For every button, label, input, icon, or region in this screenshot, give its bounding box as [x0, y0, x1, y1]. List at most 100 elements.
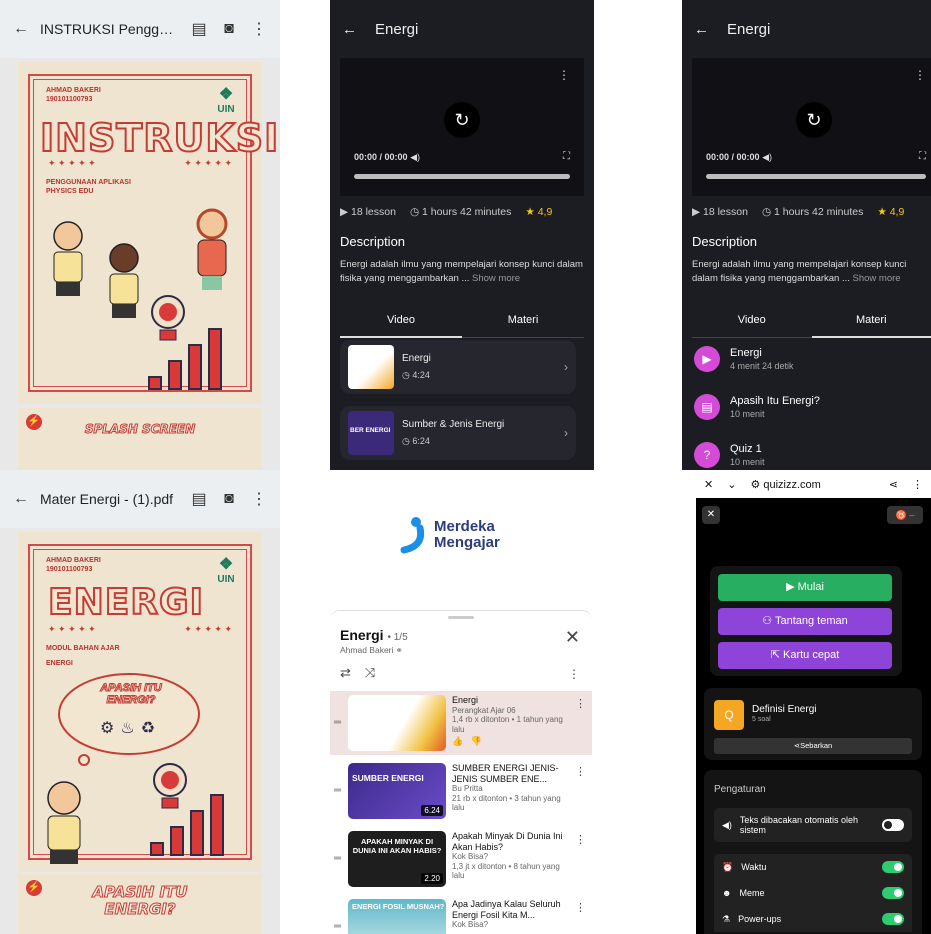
chevron-down-icon[interactable]: ⌄ — [727, 478, 736, 491]
meme-toggle[interactable] — [882, 887, 904, 899]
video-info: SUMBER ENERGI JENIS-JENIS SUMBER ENE... … — [450, 763, 571, 823]
close-icon[interactable]: ✕ — [704, 478, 713, 491]
course-rating: ★ 4,9 — [525, 206, 553, 218]
drag-icon[interactable]: ═ — [334, 899, 344, 934]
more-vert-icon[interactable]: ⋮ — [914, 68, 926, 82]
dislike-icon[interactable]: 👎 — [471, 736, 482, 746]
more-vert-icon[interactable]: ⋮ — [575, 695, 586, 755]
loop-icon[interactable]: ⇄ — [340, 665, 351, 681]
drag-icon[interactable]: ═ — [334, 831, 344, 891]
kid-body-2 — [109, 273, 139, 305]
setting-row-tts[interactable]: ◀) Teks dibacakan otomatis oleh sistem — [714, 808, 912, 842]
video-progress[interactable] — [706, 174, 926, 179]
more-vert-icon[interactable]: ⋮ — [912, 478, 923, 491]
shuffle-icon[interactable]: ⤨ — [365, 665, 375, 681]
back-arrow-icon[interactable]: ← — [694, 21, 709, 38]
lesson-count: ▶ 18 lesson — [692, 206, 748, 218]
time-toggle[interactable] — [882, 861, 904, 873]
volume-icon[interactable]: ◀) — [410, 152, 420, 162]
tab-video[interactable]: Video — [340, 306, 462, 338]
close-icon: ✕ — [706, 509, 716, 520]
materi-item[interactable]: ? Quiz 1 10 menit — [694, 442, 765, 468]
site-settings-icon: ⚙ — [750, 478, 761, 491]
playlist-sheet: Energi • 1/5 Ahmad Bakeri ⚭ ✕ ⇄ ⤨ ⋮ ═ En… — [330, 610, 592, 934]
pdf-next-page: ⚡ SPLASH SCREEN — [18, 408, 262, 470]
back-arrow-icon[interactable]: ← — [10, 488, 32, 510]
video-duration: ◷ 4:24 — [402, 370, 430, 380]
course-tabs: Video Materi — [692, 306, 931, 338]
challenge-friends-button[interactable]: ⚇ Tantang teman — [718, 608, 892, 635]
profile-badge[interactable]: ♉ – — [887, 506, 923, 524]
like-icon[interactable]: 👍 — [452, 736, 463, 746]
drag-icon[interactable]: ═ — [334, 695, 344, 755]
drag-icon[interactable]: ═ — [334, 763, 344, 823]
more-vert-icon[interactable]: ⋮ — [575, 899, 586, 934]
quiz-count: 5 soal — [752, 716, 771, 723]
materi-item[interactable]: ▶ Energi 4 menit 24 detik — [694, 346, 794, 372]
more-vert-icon[interactable]: ⋮ — [575, 831, 586, 891]
materi-item[interactable]: ▤ Apasih Itu Energi? 10 menit — [694, 394, 820, 420]
comment-icon[interactable]: ▤ — [188, 488, 210, 510]
replay-icon[interactable]: ↻ — [444, 102, 480, 138]
bar-1 — [150, 842, 164, 856]
back-arrow-icon[interactable]: ← — [10, 18, 32, 40]
comment-icon[interactable]: ▤ — [188, 18, 210, 40]
video-info: Sumber & Jenis Energi ◷ 6:24 — [402, 419, 556, 447]
fullscreen-icon[interactable]: ⛶ — [919, 151, 926, 162]
powerups-toggle[interactable] — [882, 913, 904, 925]
star-icon: ★ — [525, 206, 535, 218]
share-button[interactable]: ⋖Sebarkan — [714, 738, 912, 754]
poster-title: INSTRUKSI — [39, 115, 280, 161]
back-arrow-icon[interactable]: ← — [342, 21, 357, 38]
browser-toolbar: ✕ ⌄ ⚙ quizizz.com ⋖ ⋮ — [696, 470, 931, 498]
video-player[interactable]: ⋮ ↻ 00:00 / 00:00 ◀) ⛶ — [340, 58, 584, 196]
materi-info: Apasih Itu Energi? 10 menit — [730, 395, 820, 419]
close-icon[interactable]: ✕ — [565, 627, 580, 648]
video-duration: 2.20 — [421, 873, 443, 884]
course-screen-video: ← Energi ⋮ ↻ 00:00 / 00:00 ◀) ⛶ ▶ 18 les… — [330, 0, 594, 470]
show-more-link[interactable]: Show more — [472, 273, 520, 284]
playlist-item[interactable]: ═ SUMBER ENERGI 6.24 SUMBER ENERGI JENIS… — [330, 759, 592, 823]
search-doc-icon[interactable]: ◙ — [218, 18, 240, 40]
tab-materi[interactable]: Materi — [811, 306, 931, 338]
drag-handle[interactable] — [448, 616, 474, 619]
playlist-controls: ⇄ ⤨ — [340, 665, 375, 681]
video-player[interactable]: ⋮ ↻ 00:00 / 00:00 ◀) ⛶ — [692, 58, 931, 196]
show-more-link[interactable]: Show more — [853, 273, 901, 284]
playlist-item[interactable]: ═ APAKAH MINYAK DI DUNIA INI AKAN HABIS?… — [330, 827, 592, 891]
playlist-item[interactable]: ═ Energi Perangkat Ajar 06 1,4 rb x dito… — [330, 691, 592, 755]
tab-video[interactable]: Video — [692, 306, 812, 338]
uin-logo-text: UIN — [217, 574, 235, 585]
quiz-info-card: Q Definisi Energi 5 soal ⋖Sebarkan — [704, 688, 922, 760]
more-vert-icon[interactable]: ⋮ — [575, 763, 586, 823]
url-bar[interactable]: ⚙ quizizz.com — [750, 478, 874, 491]
video-progress[interactable] — [354, 174, 570, 179]
setting-row-time[interactable]: ⏰ Waktu — [714, 854, 912, 880]
search-doc-icon[interactable]: ◙ — [218, 488, 240, 510]
video-title: Apakah Minyak Di Dunia Ini Akan Habis? — [452, 831, 563, 852]
replay-icon[interactable]: ↻ — [796, 102, 832, 138]
more-vert-icon[interactable]: ⋮ — [248, 18, 270, 40]
setting-label: Teks dibacakan otomatis oleh sistem — [739, 815, 858, 835]
more-vert-icon[interactable]: ⋮ — [248, 488, 270, 510]
playlist-item[interactable]: ═ ENERGI FOSIL MUSNAH? Apa Jadinya Kalau… — [330, 895, 592, 934]
fullscreen-icon[interactable]: ⛶ — [563, 151, 570, 162]
share-icon[interactable]: ⋖ — [889, 478, 898, 491]
setting-row-meme[interactable]: ☻ Meme — [714, 880, 912, 906]
description-heading: Description — [340, 234, 406, 249]
flashcards-button[interactable]: ⇱ Kartu cepat — [718, 642, 892, 669]
exit-quiz-button[interactable]: ✕ — [702, 506, 720, 524]
tts-toggle[interactable] — [882, 819, 904, 831]
video-channel: Perangkat Ajar 06 — [452, 705, 516, 715]
play-circle-icon: ▶ — [340, 206, 349, 218]
setting-row-powerups[interactable]: ⚗ Power-ups — [714, 906, 912, 932]
more-vert-icon[interactable]: ⋮ — [568, 667, 580, 681]
materi-sub: 10 menit — [730, 409, 765, 419]
more-vert-icon[interactable]: ⋮ — [558, 68, 570, 82]
video-item[interactable]: Energi ◷ 4:24 › — [340, 340, 576, 394]
video-item[interactable]: BER ENERGI Sumber & Jenis Energi ◷ 6:24 … — [340, 406, 576, 460]
tab-materi[interactable]: Materi — [462, 306, 584, 338]
start-button[interactable]: ▶ Mulai — [718, 574, 892, 601]
uin-logo: ❖ UIN — [212, 554, 240, 585]
volume-icon[interactable]: ◀) — [762, 152, 772, 162]
